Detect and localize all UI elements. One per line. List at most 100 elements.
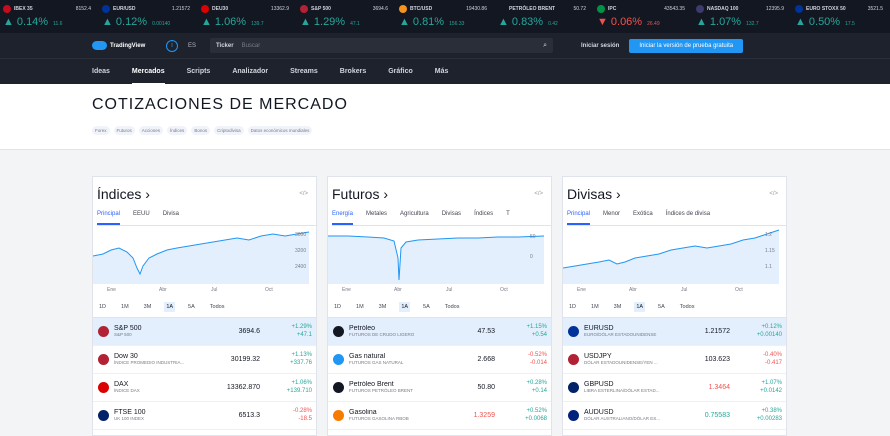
card-tab[interactable]: Índices de divisa — [666, 211, 710, 225]
card-tab[interactable]: Principal — [567, 211, 591, 225]
symbol-row[interactable]: S&P 500 S&P 500 3694.6 +1.29% +47.1 — [93, 318, 316, 346]
range-button[interactable]: 1D — [97, 302, 108, 312]
symbol-row[interactable]: GBPUSD LIBRA ESTERLINA/DÓLAR ESTAD... 1.34… — [563, 374, 786, 402]
x-tick-label: Ene — [577, 287, 586, 293]
range-button[interactable]: 3M — [612, 302, 624, 312]
embed-icon[interactable]: </> — [769, 191, 778, 197]
symbol-row[interactable]: Gas natural FUTUROS GAS NATURAL 2.668 -0.52… — [328, 346, 551, 374]
tradingview-logo[interactable]: TradingView — [92, 41, 166, 50]
card-tab[interactable]: Menor — [603, 211, 620, 225]
card-title[interactable]: Futuros › — [332, 186, 388, 202]
category-pill[interactable]: Criptodivisa — [214, 126, 244, 135]
symbol-row[interactable]: Gasolina FUTUROS GASOLINA RBOB 1.3259 +0.52… — [328, 402, 551, 430]
card-title[interactable]: Divisas › — [567, 186, 621, 202]
ticker-item[interactable]: PETRÓLEO BRENT 50.72 ▲ 0.83% 0.42 — [495, 0, 594, 33]
category-pill[interactable]: Futuros — [113, 126, 135, 135]
search-input[interactable]: Ticker Buscar ⌕ — [210, 38, 553, 53]
ticker-item[interactable]: EUR/USD 1.21572 ▲ 0.12% 0.00140 — [99, 0, 198, 33]
category-pill[interactable]: Datos económicos mundiales — [247, 126, 313, 135]
range-button[interactable]: 1M — [354, 302, 366, 312]
card-tab[interactable]: Exótica — [633, 211, 653, 225]
x-tick-label: Ene — [342, 287, 351, 293]
card-title[interactable]: Índices › — [97, 186, 150, 202]
card-tab[interactable]: T — [506, 211, 510, 225]
symbol-row[interactable]: Petróleo FUTUROS DE CRUDO LIGERO 47.53 +1.1… — [328, 318, 551, 346]
flag-icon — [201, 5, 209, 13]
language-button[interactable]: ES — [188, 43, 202, 49]
ticker-item[interactable]: NASDAQ 100 12395.9 ▲ 1.07% 132.7 — [693, 0, 792, 33]
range-button[interactable]: 5A — [656, 302, 667, 312]
symbol-row[interactable]: USDJPY DÓLAR ESTADOUNIDENSE/YEN ... 103.62… — [563, 346, 786, 374]
symbol-description: FUTUROS GASOLINA RBOB — [349, 415, 409, 421]
symbol-name: Gasolina FUTUROS GASOLINA RBOB — [349, 409, 439, 422]
nav-item-1[interactable]: Mercados — [131, 59, 165, 85]
free-trial-button[interactable]: Iniciar la versión de prueba gratuita — [629, 38, 744, 53]
symbol-change: -0.28% -18.5 — [272, 408, 312, 424]
info-icon[interactable]: i — [166, 39, 178, 52]
symbol-row[interactable]: DAX ÍNDICE DAX 13362.870 +1.06% +139.710 — [93, 374, 316, 402]
range-button[interactable]: 1D — [567, 302, 578, 312]
chart-area — [563, 230, 779, 284]
category-pill[interactable]: Forex — [92, 126, 110, 135]
range-button[interactable]: Todos — [678, 302, 697, 312]
range-button[interactable]: 1M — [589, 302, 601, 312]
symbol-row[interactable]: Petróleo Brent FUTUROS PETRÓLEO BRENT 50.8… — [328, 374, 551, 402]
ticker-row-bottom: ▲ 1.06% 139.7 — [201, 16, 297, 28]
nav-item-4[interactable]: Streams — [290, 59, 318, 85]
ticker-item[interactable]: S&P 500 3694.6 ▲ 1.29% 47.1 — [297, 0, 396, 33]
symbol-name: Dow 30 ÍNDICE PROMEDIO INDUSTRIA... — [114, 353, 204, 366]
embed-icon[interactable]: </> — [299, 191, 308, 197]
range-button[interactable]: 3M — [377, 302, 389, 312]
mini-chart: 1.2 1.15 1.1 Ene Abr Jul Oct — [563, 229, 780, 293]
change-pct: +1.13% — [291, 351, 312, 358]
range-button[interactable]: 1A — [399, 302, 411, 312]
ticker-item[interactable]: IBEX 35 8152.4 ▲ 0.14% 11.6 — [0, 0, 99, 33]
search-placeholder: Buscar — [241, 42, 261, 49]
mini-chart: 3600 3200 2400 Ene Abr Jul Oct — [93, 231, 310, 293]
nav-item-6[interactable]: Gráfico — [388, 59, 413, 85]
symbol-row[interactable]: FTSE 100 UK 100 INDEX 6513.3 -0.28% -18.5 — [93, 402, 316, 430]
card-tab[interactable]: Metales — [366, 211, 387, 225]
x-tick-label: Ene — [107, 287, 116, 293]
signin-button[interactable]: Iniciar sesión — [581, 43, 619, 49]
nav-item-2[interactable]: Scripts — [187, 59, 211, 85]
card-tab[interactable]: Energía — [332, 211, 354, 225]
symbol-change: +1.15% +0.54 — [507, 324, 547, 340]
category-pill[interactable]: Índices — [167, 126, 188, 135]
search-type-dropdown[interactable]: Ticker — [216, 43, 234, 49]
range-button[interactable]: 5A — [421, 302, 432, 312]
category-pill[interactable]: Acciones — [138, 126, 164, 135]
card-tab[interactable]: Agricultura — [400, 211, 429, 225]
ticker-item[interactable]: DEU30 13362.9 ▲ 1.06% 139.7 — [198, 0, 297, 33]
card-tab[interactable]: Índices — [474, 211, 493, 225]
ticker-item[interactable]: BTC/USD 19430.86 ▲ 0.81% 156.33 — [396, 0, 495, 33]
range-button[interactable]: 1A — [634, 302, 646, 312]
card-tab[interactable]: EEUU — [133, 211, 150, 225]
change-pct: +0.28% — [526, 379, 547, 386]
symbol-row[interactable]: EURUSD EURO/DÓLAR ESTADOUNIDENSE 1.21572 +0… — [563, 318, 786, 346]
card-tab[interactable]: Principal — [97, 211, 121, 225]
card-tabs: Principal EEUU Divisa — [97, 211, 316, 226]
range-button[interactable]: 5A — [186, 302, 197, 312]
embed-icon[interactable]: </> — [534, 191, 543, 197]
nav-item-7[interactable]: Más — [435, 59, 449, 85]
ticker-item[interactable]: EURO STOXX 50 3521.5 ▲ 0.50% 17.5 — [792, 0, 890, 33]
range-button[interactable]: Todos — [443, 302, 462, 312]
range-button[interactable]: 1A — [164, 302, 176, 312]
range-button[interactable]: Todos — [208, 302, 227, 312]
ticker-item[interactable]: IPC 43543.35 ▼ 0.06% 26.49 — [594, 0, 693, 33]
symbol-row[interactable]: AUDUSD DÓLAR AUSTRALIANO/DÓLAR ES... 0.755… — [563, 402, 786, 430]
range-button[interactable]: 3M — [142, 302, 154, 312]
symbol-name: Petróleo Brent FUTUROS PETRÓLEO BRENT — [349, 381, 439, 394]
symbol-row[interactable]: Dow 30 ÍNDICE PROMEDIO INDUSTRIA... 30199.… — [93, 346, 316, 374]
card-tab[interactable]: Divisas — [442, 211, 461, 225]
change-abs: -18.5 — [298, 415, 312, 422]
nav-item-5[interactable]: Brokers — [340, 59, 366, 85]
card-tab[interactable]: Divisa — [163, 211, 179, 225]
search-icon[interactable]: ⌕ — [543, 42, 547, 50]
nav-item-0[interactable]: Ideas — [92, 59, 110, 85]
range-button[interactable]: 1D — [332, 302, 343, 312]
nav-item-3[interactable]: Analizador — [232, 59, 268, 85]
range-button[interactable]: 1M — [119, 302, 131, 312]
category-pill[interactable]: Bonos — [191, 126, 211, 135]
